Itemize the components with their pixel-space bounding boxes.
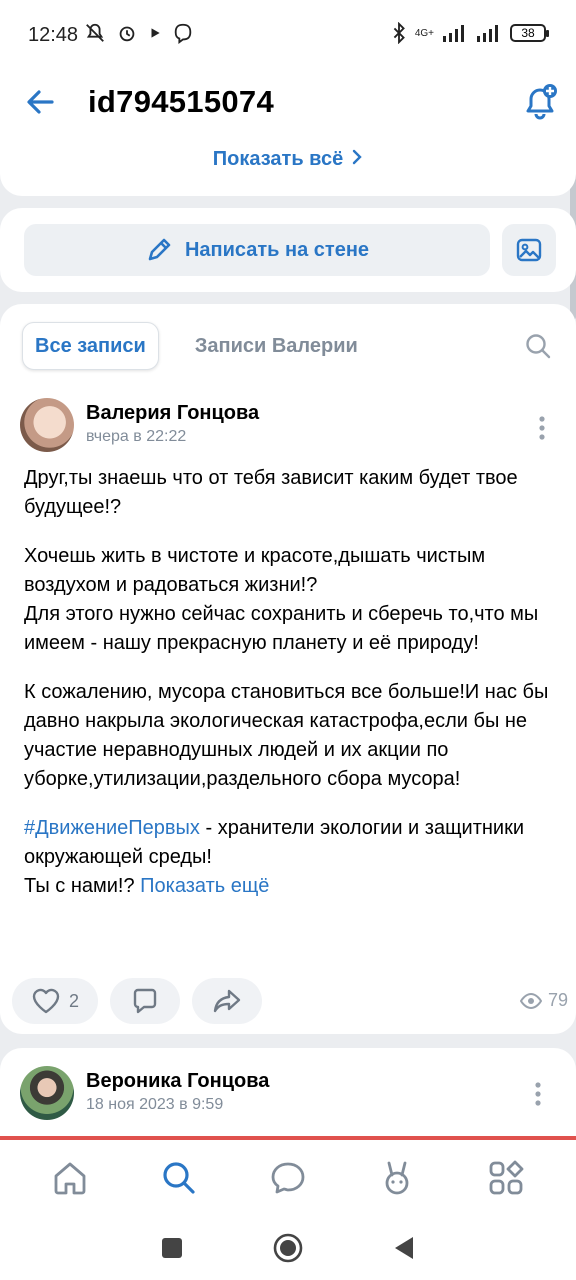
signal-icon (443, 25, 464, 42)
add-photo-button[interactable] (502, 224, 556, 276)
play-icon (151, 28, 160, 38)
tab-clips[interactable] (373, 1154, 421, 1202)
eye-icon (519, 992, 542, 1009)
image-icon (516, 238, 542, 262)
avatar[interactable] (20, 398, 74, 452)
alarm-icon (119, 26, 135, 42)
like-button[interactable]: 2 (12, 978, 98, 1024)
battery-indicator: 38 (510, 24, 549, 42)
post-actions: 2 79 (12, 978, 568, 1024)
comment-button[interactable] (110, 978, 180, 1024)
post-date: 18 ноя 2023 в 9:59 (86, 1096, 224, 1113)
show-more-link[interactable]: Показать ещё (140, 875, 269, 897)
wall-write-card: Написать на стене (0, 208, 576, 292)
show-all-link[interactable]: Показать всё (0, 148, 576, 171)
search-icon (163, 1162, 195, 1194)
bunny-ears-icon (385, 1161, 409, 1195)
post-date: вчера в 22:22 (86, 428, 187, 445)
more-options-icon[interactable] (528, 1080, 548, 1108)
status-icons-left (84, 22, 194, 44)
mute-icon (86, 23, 104, 42)
post-paragraph: #ДвижениеПервых - хранители экологии и з… (24, 814, 554, 901)
profile-info-card: Показать всё (0, 130, 576, 196)
post-paragraph: К сожалению, мусора становиться все боль… (24, 681, 549, 790)
network-label: 4G+ (414, 27, 434, 39)
home-icon (54, 1162, 86, 1195)
page-title: id794515074 (88, 84, 275, 119)
views-counter: 79 (519, 990, 568, 1011)
avatar[interactable] (20, 1066, 74, 1120)
post-paragraph: Друг,ты знаешь что от тебя зависит каким… (24, 467, 518, 518)
chevron-right-icon (353, 149, 362, 165)
recents-icon[interactable] (161, 1237, 183, 1259)
tab-messages[interactable] (264, 1154, 312, 1202)
share-icon (213, 989, 241, 1013)
share-button[interactable] (192, 978, 262, 1024)
views-count: 79 (547, 990, 568, 1010)
like-count: 2 (68, 990, 79, 1011)
wall-tabs: Все записи Записи Валерии (22, 322, 370, 370)
home-circle-icon[interactable] (273, 1233, 303, 1263)
status-bar: 12:48 4G+ 38 (0, 0, 576, 70)
comment-icon (133, 988, 157, 1014)
heart-icon (32, 988, 60, 1014)
chat-bubble-icon (271, 1162, 305, 1194)
tab-all-posts[interactable]: Все записи (22, 322, 159, 370)
write-on-wall-button[interactable]: Написать на стене (24, 224, 490, 276)
post-author[interactable]: Валерия Гонцова (86, 402, 259, 425)
system-nav-bar (0, 1216, 576, 1280)
post-body: Друг,ты знаешь что от тебя зависит каким… (24, 464, 554, 921)
wall-feed-card: Все записи Записи Валерии Валерия Гонцов… (0, 304, 576, 1034)
hashtag-link[interactable]: #ДвижениеПервых (24, 817, 200, 839)
signal-icon-2 (477, 25, 498, 42)
more-options-icon[interactable] (532, 414, 552, 442)
grid-icon (489, 1160, 523, 1195)
pencil-icon (148, 238, 171, 261)
next-post-card: Вероника Гонцова 18 ноя 2023 в 9:59 (0, 1048, 576, 1148)
tab-services[interactable] (482, 1154, 530, 1202)
write-on-wall-label: Написать на стене (184, 238, 370, 261)
status-time: 12:48 (28, 24, 79, 46)
viber-icon (174, 23, 192, 44)
search-icon[interactable] (524, 332, 552, 360)
bottom-tab-bar (0, 1140, 576, 1216)
bluetooth-icon (393, 22, 405, 44)
status-icons-right: 4G+ 38 (391, 22, 549, 44)
tab-home[interactable] (46, 1154, 94, 1202)
post-author[interactable]: Вероника Гонцова (86, 1070, 269, 1093)
show-all-label: Показать всё (212, 148, 344, 170)
top-bar: id794515074 (0, 70, 576, 138)
back-arrow-icon[interactable] (22, 84, 58, 120)
tab-valeria-posts[interactable]: Записи Валерии (183, 322, 370, 370)
back-triangle-icon[interactable] (393, 1236, 415, 1260)
post-paragraph: Хочешь жить в чистоте и красоте,дышать ч… (24, 545, 539, 654)
post-text-fragment: Ты с нами!? (24, 875, 141, 897)
notification-bell-icon[interactable] (520, 82, 560, 122)
post-header: Валерия Гонцова вчера в 22:22 (20, 398, 556, 454)
tab-search[interactable] (155, 1154, 203, 1202)
